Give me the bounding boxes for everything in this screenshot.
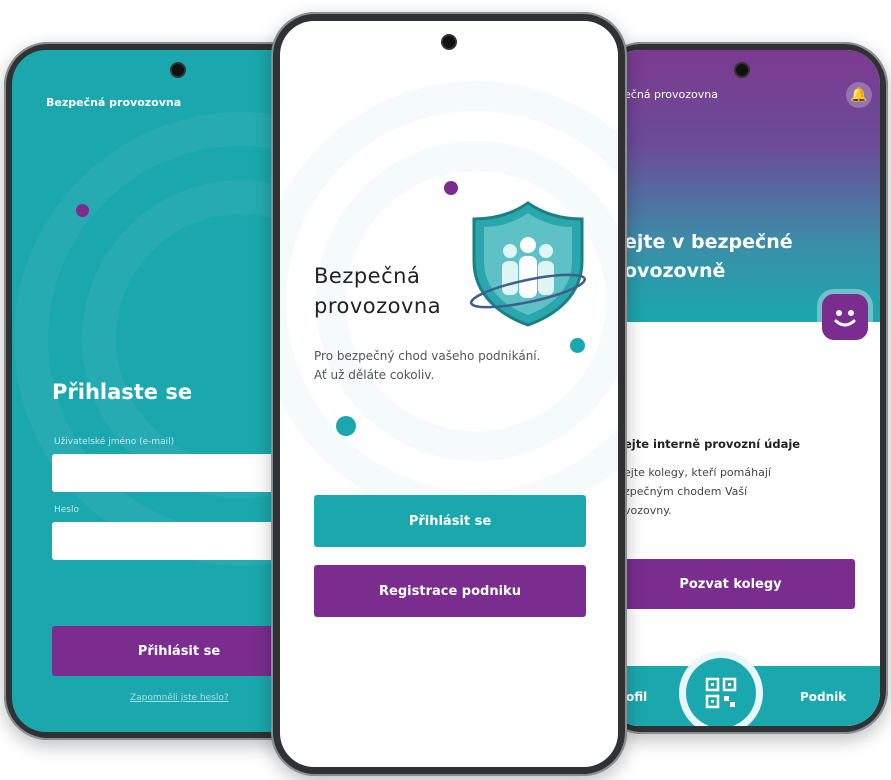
brand-name: ečná provozovna (624, 88, 718, 101)
nav-profile[interactable]: ofil (626, 690, 647, 704)
decor-dot (444, 181, 458, 195)
section-text-line: vozovny. (624, 504, 672, 517)
left-phone: Bezpečná provozovna Přihlaste se Uživate… (4, 42, 314, 740)
qr-code-icon[interactable] (686, 658, 756, 726)
invite-colleagues-button[interactable]: Pozvat kolegy (606, 559, 855, 609)
home-screen: ečná provozovna 🔔 ejte v bezpečné ovozov… (606, 50, 880, 726)
section-heading: ejte interně provozní údaje (624, 437, 801, 451)
login-button[interactable]: Přihlásit se (314, 495, 586, 547)
camera-hole (172, 64, 184, 76)
login-button[interactable]: Přihlásit se (52, 626, 306, 676)
username-input[interactable] (52, 454, 306, 492)
app-title: Bezpečná provozovna (314, 261, 441, 321)
camera-hole (736, 64, 748, 76)
smiley-face-icon (822, 294, 868, 340)
password-input[interactable] (52, 522, 306, 560)
bell-icon[interactable]: 🔔 (846, 82, 872, 108)
section-text: ejte kolegy, kteří pomáhají zpečným chod… (624, 463, 824, 520)
section-text-line: ejte kolegy, kteří pomáhají (624, 466, 771, 479)
background-ring (14, 112, 306, 566)
right-phone: ečná provozovna 🔔 ejte v bezpečné ovozov… (598, 42, 888, 734)
login-screen: Bezpečná provozovna Přihlaste se Uživate… (12, 50, 306, 732)
login-title: Přihlaste se (52, 380, 193, 404)
app-title-line-2: provozovna (314, 294, 442, 318)
app-title-line-1: Bezpečná (314, 264, 421, 288)
welcome-text: ejte v bezpečné ovozovně (624, 228, 793, 286)
section-text-line: zpečným chodem Vaší (624, 485, 748, 498)
forgot-password-link[interactable]: Zapomněli jste heslo? (130, 693, 229, 703)
username-label: Uživatelské jméno (e-mail) (54, 437, 175, 447)
camera-hole (443, 36, 455, 48)
decor-dot (570, 338, 585, 353)
nav-business[interactable]: Podnik (800, 690, 846, 704)
welcome-line-1: ejte v bezpečné (624, 231, 793, 253)
register-business-button[interactable]: Registrace podniku (314, 565, 586, 617)
app-subtitle: Pro bezpečný chod vašeho podnikání. Ať u… (314, 349, 541, 382)
shield-people-icon (466, 199, 590, 329)
brand-name: Bezpečná provozovna (46, 96, 182, 109)
welcome-line-2: ovozovně (624, 260, 726, 282)
center-phone: Bezpečná provozovna Pro bezpečný chod va… (271, 12, 627, 776)
welcome-screen: Bezpečná provozovna Pro bezpečný chod va… (280, 21, 618, 767)
decor-dot (336, 416, 356, 436)
password-label: Heslo (54, 505, 80, 515)
decor-dot (76, 204, 89, 217)
